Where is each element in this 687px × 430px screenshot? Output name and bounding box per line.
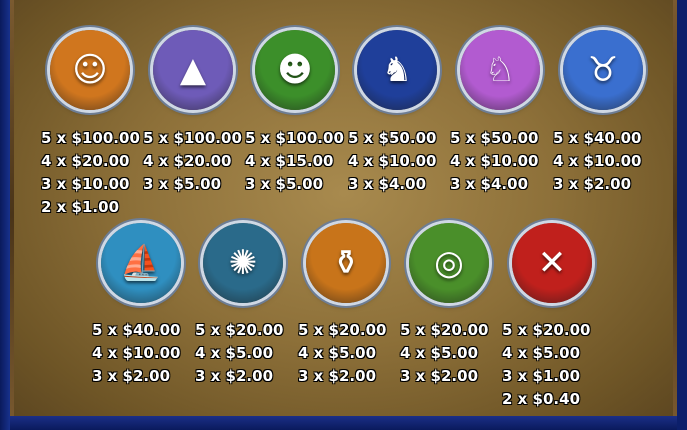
pay-line: 4 x $10.00 xyxy=(553,152,642,170)
dreamcatcher-icon: ✺ xyxy=(228,243,258,283)
pay-line: 5 x $100.00 xyxy=(143,129,242,147)
dreamcatcher-pays: 5 x $20.00 4 x $5.00 3 x $2.00 xyxy=(195,319,283,388)
right-stick xyxy=(673,0,677,430)
canoe-pays: 5 x $40.00 4 x $10.00 3 x $2.00 xyxy=(92,319,180,388)
pay-line: 3 x $5.00 xyxy=(143,175,222,193)
buffalo-pays: 5 x $40.00 4 x $10.00 3 x $2.00 xyxy=(553,127,641,196)
woman-icon: ☻ xyxy=(277,50,313,90)
horse-icon: ♘ xyxy=(484,50,516,90)
tipi-symbol: ▲ xyxy=(153,30,233,110)
wolf-symbol: ♞ xyxy=(357,30,437,110)
tipi-pays: 5 x $100.00 4 x $20.00 3 x $5.00 xyxy=(143,127,242,196)
pay-line: 3 x $4.00 xyxy=(348,175,427,193)
pottery-icon: ⚱ xyxy=(331,243,361,283)
wolf-icon: ♞ xyxy=(381,50,413,90)
pay-line: 4 x $5.00 xyxy=(195,344,274,362)
pay-line: 4 x $20.00 xyxy=(143,152,232,170)
pay-line: 5 x $20.00 xyxy=(298,321,387,339)
pay-line: 4 x $15.00 xyxy=(245,152,334,170)
buffalo-symbol: ♉ xyxy=(563,30,643,110)
pay-line: 3 x $2.00 xyxy=(92,367,171,385)
pay-line: 2 x $0.40 xyxy=(502,390,581,408)
pay-line: 3 x $1.00 xyxy=(502,367,581,385)
pottery-symbol: ⚱ xyxy=(306,223,386,303)
woman-symbol: ☻ xyxy=(255,30,335,110)
pay-line: 2 x $1.00 xyxy=(41,198,120,216)
pay-line: 3 x $2.00 xyxy=(298,367,377,385)
drum-icon: ◎ xyxy=(434,243,464,283)
pay-line: 5 x $50.00 xyxy=(450,129,539,147)
wolf-pays: 5 x $50.00 4 x $10.00 3 x $4.00 xyxy=(348,127,436,196)
left-stick xyxy=(10,0,14,430)
pay-line: 4 x $10.00 xyxy=(348,152,437,170)
pay-line: 5 x $20.00 xyxy=(400,321,489,339)
pay-line: 5 x $20.00 xyxy=(502,321,591,339)
horse-symbol: ♘ xyxy=(460,30,540,110)
drum-symbol: ◎ xyxy=(409,223,489,303)
woman-pays: 5 x $100.00 4 x $15.00 3 x $5.00 xyxy=(245,127,344,196)
pay-line: 4 x $10.00 xyxy=(92,344,181,362)
pay-line: 4 x $5.00 xyxy=(502,344,581,362)
tomahawks-pays: 5 x $20.00 4 x $5.00 3 x $1.00 2 x $0.40 xyxy=(502,319,590,411)
chief-symbol: ☺ xyxy=(50,30,130,110)
chief-pays: 5 x $100.00 4 x $20.00 3 x $10.00 2 x $1… xyxy=(41,127,140,219)
drum-pays: 5 x $20.00 4 x $5.00 3 x $2.00 xyxy=(400,319,488,388)
pay-line: 4 x $5.00 xyxy=(298,344,377,362)
pay-line: 4 x $5.00 xyxy=(400,344,479,362)
pay-line: 5 x $40.00 xyxy=(92,321,181,339)
pay-line: 3 x $5.00 xyxy=(245,175,324,193)
pay-line: 5 x $40.00 xyxy=(553,129,642,147)
pay-line: 4 x $10.00 xyxy=(450,152,539,170)
pay-line: 3 x $4.00 xyxy=(450,175,529,193)
tipi-icon: ▲ xyxy=(179,50,207,90)
pay-line: 3 x $2.00 xyxy=(195,367,274,385)
pay-line: 5 x $100.00 xyxy=(41,129,140,147)
canoe-symbol: ⛵ xyxy=(101,223,181,303)
buffalo-icon: ♉ xyxy=(587,50,619,90)
pay-line: 4 x $20.00 xyxy=(41,152,130,170)
pay-line: 5 x $50.00 xyxy=(348,129,437,147)
horse-pays: 5 x $50.00 4 x $10.00 3 x $4.00 xyxy=(450,127,538,196)
dreamcatcher-symbol: ✺ xyxy=(203,223,283,303)
pay-line: 5 x $100.00 xyxy=(245,129,344,147)
canoe-icon: ⛵ xyxy=(119,243,163,283)
pay-line: 3 x $10.00 xyxy=(41,175,130,193)
tomahawks-symbol: ✕ xyxy=(512,223,592,303)
pay-line: 3 x $2.00 xyxy=(553,175,632,193)
pottery-pays: 5 x $20.00 4 x $5.00 3 x $2.00 xyxy=(298,319,386,388)
chief-icon: ☺ xyxy=(72,50,108,90)
pay-line: 3 x $2.00 xyxy=(400,367,479,385)
pay-line: 5 x $20.00 xyxy=(195,321,284,339)
tomahawks-icon: ✕ xyxy=(537,243,567,283)
